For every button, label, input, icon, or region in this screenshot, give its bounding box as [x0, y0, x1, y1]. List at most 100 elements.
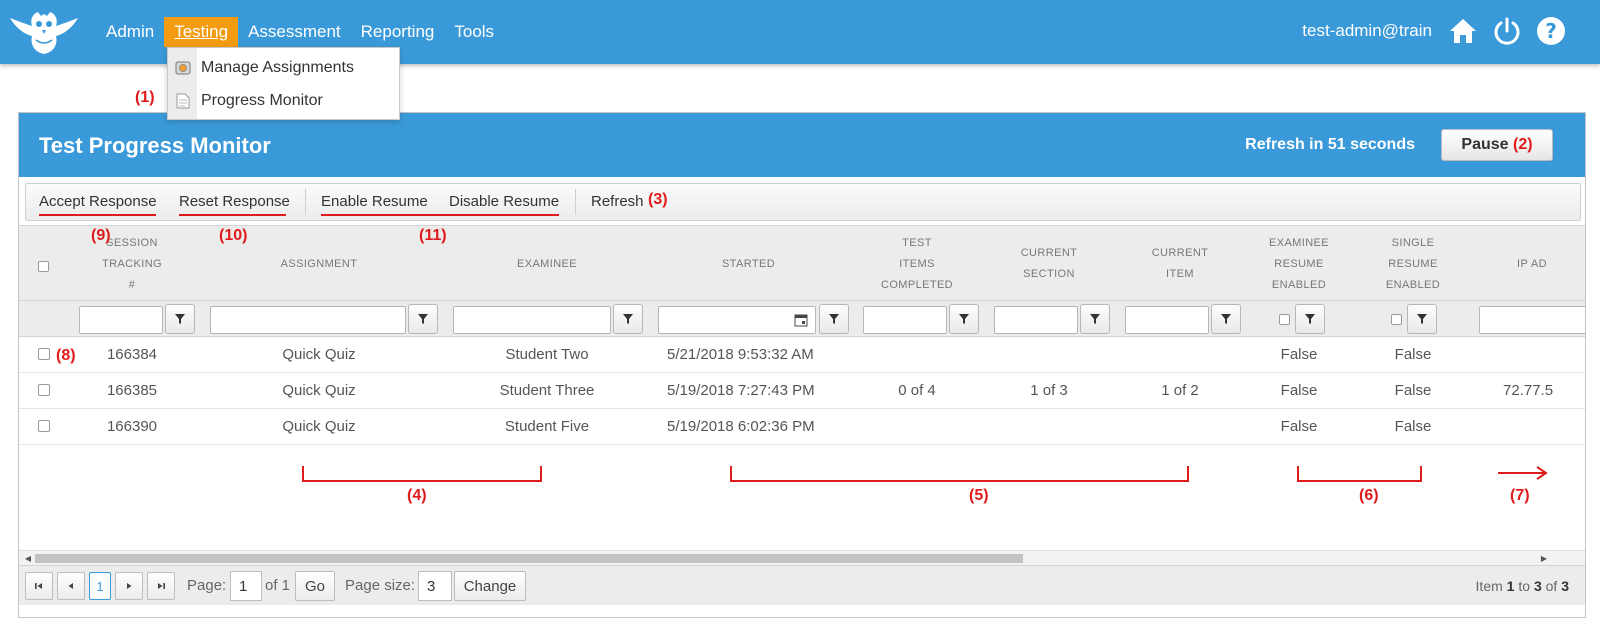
last-page-icon[interactable]: [147, 572, 175, 600]
row-checkbox[interactable]: [38, 420, 50, 432]
help-icon[interactable]: ?: [1534, 14, 1568, 48]
horizontal-scrollbar[interactable]: ◀ ▶: [19, 550, 1585, 566]
col-ip-address[interactable]: IP Ad: [1517, 226, 1577, 302]
panel-header: Test Progress Monitor Refresh in 51 seco…: [19, 113, 1585, 177]
user-name[interactable]: test-admin@train: [1302, 21, 1432, 41]
row-checkbox[interactable]: [38, 384, 50, 396]
col-label: Section: [1023, 268, 1075, 280]
calendar-icon[interactable]: [791, 310, 811, 330]
cell-examinee: Student Two: [505, 346, 589, 363]
select-all-checkbox[interactable]: [38, 261, 49, 272]
scrollbar-thumb[interactable]: [35, 554, 1023, 563]
filter-icon[interactable]: [1211, 304, 1241, 334]
examinee-resume-filter-checkbox[interactable]: [1279, 314, 1290, 325]
page-title: Test Progress Monitor: [39, 133, 271, 158]
session-filter-input[interactable]: [79, 306, 163, 334]
filter-icon[interactable]: [949, 304, 979, 334]
annotation-bracket: [1187, 466, 1189, 482]
annotation-3: (3): [648, 191, 668, 208]
nav-reporting-label: Reporting: [360, 22, 435, 41]
filter-icon[interactable]: [1080, 304, 1110, 334]
single-resume-filter-checkbox[interactable]: [1391, 314, 1402, 325]
owl-logo-icon[interactable]: [8, 6, 80, 58]
menu-item-manage-assignments[interactable]: Manage Assignments: [168, 51, 399, 84]
annotation-underline: [39, 214, 156, 216]
item-filter-input[interactable]: [1125, 306, 1209, 334]
cell-item: [1125, 409, 1235, 445]
scroll-left-icon[interactable]: ◀: [21, 551, 35, 566]
refresh-button[interactable]: Refresh: [591, 184, 644, 220]
annotation-5: (5): [969, 487, 989, 504]
items-filter-input[interactable]: [863, 306, 947, 334]
annotation-bracket: [1420, 466, 1422, 482]
scroll-right-icon[interactable]: ▶: [1537, 551, 1551, 566]
toolbar-divider: [305, 189, 306, 215]
nav-reporting[interactable]: Reporting: [351, 17, 445, 47]
nav-testing-label: Testing: [174, 22, 229, 41]
cell-assignment: Quick Quiz: [282, 382, 356, 399]
document-icon: [168, 93, 197, 109]
nav-admin[interactable]: Admin: [96, 17, 164, 47]
menu-item-label: Manage Assignments: [201, 58, 354, 76]
col-single-resume-enabled[interactable]: Single Resume Enabled: [1361, 226, 1465, 302]
ip-filter-input[interactable]: [1479, 306, 1585, 334]
cell-single-resume: False: [1394, 418, 1432, 435]
col-label: Examinee: [516, 257, 578, 270]
page-number-button[interactable]: 1: [89, 572, 111, 600]
filter-icon[interactable]: [1407, 304, 1437, 334]
page-size-input[interactable]: [418, 571, 452, 601]
prev-page-icon[interactable]: [57, 572, 85, 600]
col-started[interactable]: Started: [657, 226, 840, 302]
next-page-icon[interactable]: [115, 572, 143, 600]
filter-icon[interactable]: [165, 304, 195, 334]
filter-icon[interactable]: [1295, 304, 1325, 334]
power-icon[interactable]: [1490, 14, 1524, 48]
examinee-filter-input[interactable]: [453, 306, 611, 334]
scroll-right-arrow-icon: [1497, 465, 1549, 486]
col-label: Examinee: [1268, 236, 1330, 249]
page-input[interactable]: [230, 571, 262, 601]
filter-icon[interactable]: [408, 304, 438, 334]
table-row[interactable]: 166385 Quick Quiz Student Three 5/19/201…: [19, 373, 1585, 409]
annotation-bracket: [540, 466, 542, 482]
toolbar-divider: [575, 189, 576, 215]
menu-item-progress-monitor[interactable]: Progress Monitor: [168, 84, 399, 117]
cell-examinee: Student Three: [499, 382, 595, 399]
annotation-6: (6): [1359, 487, 1379, 504]
cell-items: [862, 409, 972, 445]
filter-icon[interactable]: [613, 304, 643, 334]
pause-button[interactable]: Pause (2): [1441, 129, 1553, 161]
nav-testing[interactable]: Testing: [164, 17, 239, 47]
item-range-info: Item 1 to 3 of 3: [1476, 566, 1569, 606]
col-test-items-completed[interactable]: Test Items Completed: [862, 226, 972, 302]
section-filter-input[interactable]: [994, 306, 1078, 334]
nav-assessment[interactable]: Assessment: [238, 17, 351, 47]
table-row[interactable]: 166390 Quick Quiz Student Five 5/19/2018…: [19, 409, 1585, 445]
assignment-filter-input[interactable]: [210, 306, 406, 334]
cell-items: 0 of 4: [898, 382, 936, 399]
cell-item: [1125, 337, 1235, 373]
col-label: Current: [1151, 247, 1209, 259]
col-current-item[interactable]: Current Item: [1125, 226, 1235, 302]
home-icon[interactable]: [1446, 14, 1480, 48]
change-button[interactable]: Change: [454, 571, 526, 601]
col-examinee-resume-enabled[interactable]: Examinee Resume Enabled: [1247, 226, 1351, 302]
col-label: Session Tracking: [101, 236, 163, 270]
table-row[interactable]: 166384 Quick Quiz Student Two 5/21/2018 …: [19, 337, 1585, 373]
col-label: Started: [721, 257, 776, 270]
cell-ip: [1503, 409, 1583, 445]
go-button[interactable]: Go: [295, 571, 335, 601]
col-examinee[interactable]: Examinee: [452, 226, 642, 302]
info-to: 3: [1533, 578, 1542, 594]
filter-icon[interactable]: [819, 304, 849, 334]
row-checkbox[interactable]: [38, 348, 50, 360]
annotation-underline: [321, 214, 559, 216]
col-current-section[interactable]: Current Section: [994, 226, 1104, 302]
filter-row: [19, 301, 1585, 337]
first-page-icon[interactable]: [25, 572, 53, 600]
cell-single-resume: False: [1394, 346, 1432, 363]
nav-tools[interactable]: Tools: [444, 17, 504, 47]
annotation-8: (8): [56, 347, 76, 364]
cell-ip: [1503, 337, 1583, 373]
annotation-bracket: [302, 480, 542, 482]
